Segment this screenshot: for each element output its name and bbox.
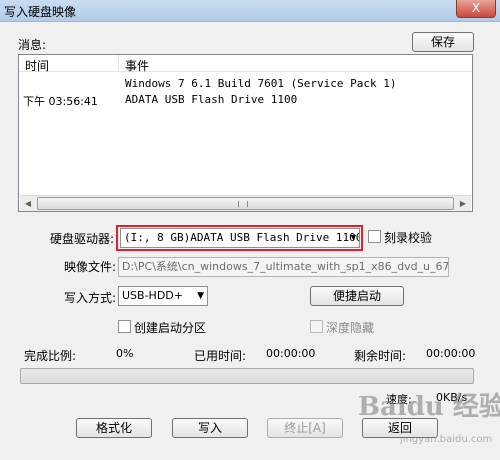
messages-label: 消息: <box>18 38 47 52</box>
image-file-value: D:\PC\系统\cn_windows_7_ultimate_with_sp1_… <box>122 260 449 273</box>
deep-hide-label: 深度隐藏 <box>326 321 375 335</box>
save-button[interactable]: 保存 <box>412 32 474 52</box>
message-log[interactable]: 时间 事件 Windows 7 6.1 Build 7601 (Service … <box>18 54 473 212</box>
quick-boot-button[interactable]: 便捷启动 <box>310 286 404 306</box>
scroll-left-icon[interactable]: ◀ <box>20 197 36 211</box>
image-file-label: 映像文件: <box>64 260 117 274</box>
back-button[interactable]: 返回 <box>362 418 438 438</box>
complete-value: 0% <box>116 347 134 360</box>
drive-select[interactable]: (I:, 8 GB)ADATA USB Flash Drive 1100 ▼ <box>120 228 360 248</box>
row-event: ADATA USB Flash Drive 1100 <box>125 93 298 106</box>
progress-bar <box>20 368 474 384</box>
remaining-value: 00:00:00 <box>426 347 476 360</box>
horizontal-scrollbar[interactable]: ◀ ▶ <box>20 195 471 211</box>
remaining-label: 剩余时间: <box>354 349 407 363</box>
elapsed-label: 已用时间: <box>194 349 247 363</box>
verify-checkbox[interactable] <box>368 230 381 243</box>
write-button[interactable]: 写入 <box>172 418 248 438</box>
log-header: 时间 事件 <box>19 55 472 74</box>
title-bar[interactable]: 写入硬盘映像 X <box>0 0 500 22</box>
close-button[interactable]: X <box>456 0 496 18</box>
scroll-right-icon[interactable]: ▶ <box>455 197 471 211</box>
drive-select-value: (I:, 8 GB)ADATA USB Flash Drive 1100 <box>124 231 360 244</box>
chevron-down-icon: ▼ <box>350 233 356 243</box>
write-mode-select[interactable]: USB-HDD+ ▼ <box>118 286 208 306</box>
deep-hide-checkbox <box>310 320 323 333</box>
grip-icon <box>238 201 248 207</box>
close-icon: X <box>471 1 481 15</box>
verify-label[interactable]: 刻录校验 <box>384 229 432 246</box>
column-header-event[interactable]: 事件 <box>125 57 149 74</box>
row-event: Windows 7 6.1 Build 7601 (Service Pack 1… <box>125 77 397 90</box>
column-header-time[interactable]: 时间 <box>25 57 49 74</box>
write-mode-value: USB-HDD+ <box>122 289 183 302</box>
drive-label: 硬盘驱动器: <box>50 232 115 246</box>
window-title: 写入硬盘映像 <box>4 5 77 19</box>
image-file-field[interactable]: D:\PC\系统\cn_windows_7_ultimate_with_sp1_… <box>118 257 449 277</box>
create-partition-checkbox[interactable] <box>118 320 131 333</box>
elapsed-value: 00:00:00 <box>266 347 316 360</box>
create-partition-label[interactable]: 创建启动分区 <box>134 319 206 336</box>
stop-button: 终止[A] <box>267 418 343 438</box>
write-disk-image-dialog: 写入硬盘映像 X 消息: 保存 时间 事件 Windows 7 6.1 Buil… <box>0 0 500 460</box>
write-mode-label: 写入方式: <box>64 291 117 305</box>
scrollbar-thumb[interactable] <box>37 197 454 210</box>
row-time: 下午 03:56:41 <box>23 95 98 108</box>
chevron-down-icon: ▼ <box>197 291 204 301</box>
format-button[interactable]: 格式化 <box>76 418 152 438</box>
complete-label: 完成比例: <box>24 349 77 363</box>
